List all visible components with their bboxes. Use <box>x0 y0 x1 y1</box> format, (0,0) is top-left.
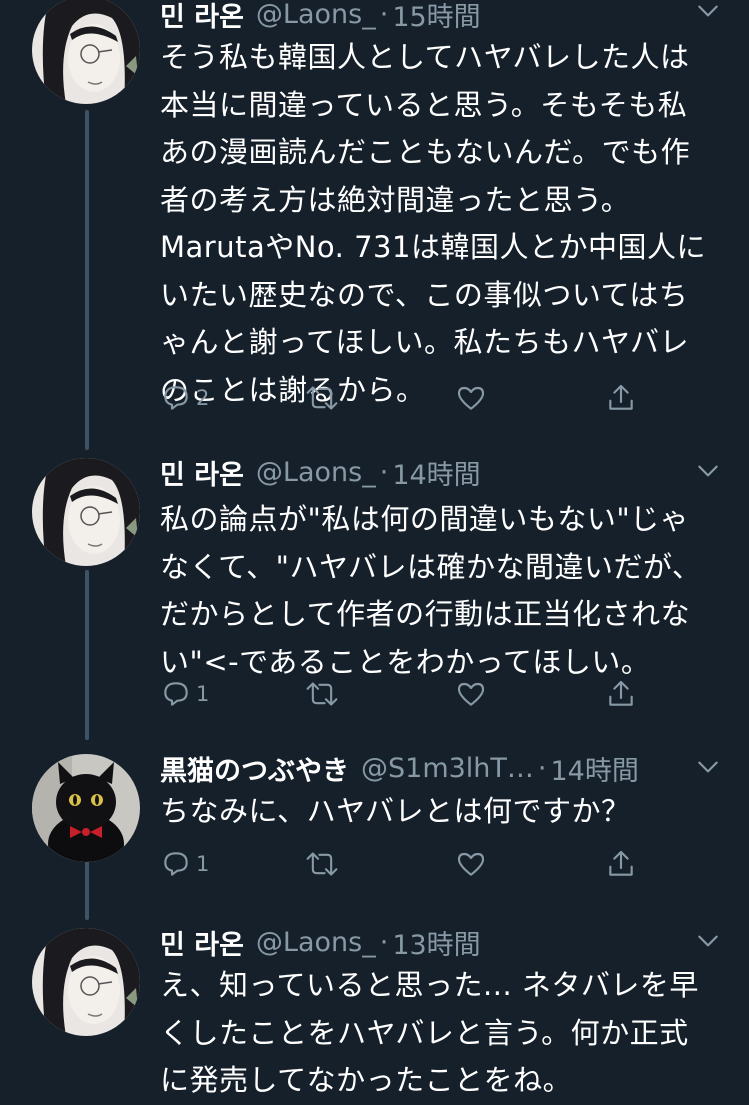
thread-connector <box>85 570 89 740</box>
separator-dot: · <box>537 752 547 784</box>
reply-button[interactable]: 2 <box>160 380 209 416</box>
tweet-text-line: くしたことをハヤバレと言う。何か正式 <box>160 1015 689 1050</box>
chevron-down-icon[interactable] <box>695 754 721 780</box>
tweet-text-line: ちなみに、ハヤバレとは何ですか？ <box>160 794 631 828</box>
tweet-text-line: いたい歴史なので、この事似ついてはち <box>160 277 689 312</box>
like-button[interactable] <box>455 676 487 712</box>
tweet-text-line: だからとして作者の行動は正当化されな <box>160 597 691 631</box>
reply-count: 1 <box>196 682 210 706</box>
reply-icon <box>164 682 188 706</box>
reply-icon <box>164 386 188 410</box>
like-button[interactable] <box>455 380 487 416</box>
tweet-text-line: なくて、"ハヤバレは確かな間違いだが、 <box>160 549 702 584</box>
reply-icon <box>164 852 188 876</box>
timestamp[interactable]: 14時間 <box>551 749 639 788</box>
chevron-down-icon[interactable] <box>695 458 721 484</box>
tweet-thread: 민 라온 @Laons_ · 15時間 そう私も韓国人としてハヤバレした人は 本… <box>0 0 749 1100</box>
user-handle[interactable]: @Laons_ <box>256 927 376 958</box>
tweet-actions: 1 <box>160 846 640 882</box>
user-handle[interactable]: @S1m3lhT… <box>361 753 534 784</box>
chevron-down-icon[interactable] <box>695 928 721 954</box>
reply-button[interactable]: 1 <box>160 846 209 882</box>
retweet-button[interactable] <box>305 846 339 882</box>
avatar[interactable] <box>32 754 140 862</box>
chevron-down-icon[interactable] <box>695 0 721 24</box>
user-handle[interactable]: @Laons_ <box>256 0 376 30</box>
like-button[interactable] <box>455 846 487 882</box>
tweet-text: そう私も韓国人としてハヤバレした人は 本当に間違っていると思う。そもそも私 あの… <box>160 34 730 414</box>
share-button[interactable] <box>605 846 637 882</box>
share-button[interactable] <box>605 676 637 712</box>
avatar[interactable] <box>32 928 140 1036</box>
reply-count: 2 <box>196 386 210 410</box>
tweet-text-line: 者の考え方は絶対間違ったと思う。 <box>160 182 631 217</box>
retweet-button[interactable] <box>305 380 339 416</box>
heart-icon <box>457 386 485 410</box>
tweet-text: え、知っていると思った... ネタバレを早 くしたことをハヤバレと言う。何か正式… <box>160 962 730 1105</box>
retweet-icon <box>306 682 338 706</box>
tweet-text-line: 私の論点が"私は何の間違いもない"じゃ <box>160 502 690 536</box>
heart-icon <box>457 852 485 876</box>
share-icon <box>609 850 633 876</box>
separator-dot: · <box>379 0 389 30</box>
tweet-text-line: え、知っていると思った... ネタバレを早 <box>160 968 699 1002</box>
timestamp[interactable]: 14時間 <box>392 453 480 492</box>
tweet-text-line: あの漫画読んだこともないんだ。でも作 <box>160 135 691 169</box>
share-icon <box>609 384 633 410</box>
tweet-text: 私の論点が"私は何の間違いもない"じゃ なくて、"ハヤバレは確かな間違いだが、 … <box>160 496 730 686</box>
retweet-icon <box>306 386 338 410</box>
tweet-text: ちなみに、ハヤバレとは何ですか？ <box>160 788 730 836</box>
share-button[interactable] <box>605 380 637 416</box>
reply-button[interactable]: 1 <box>160 676 209 712</box>
display-name[interactable]: 민 라온 <box>160 923 244 962</box>
thread-connector <box>85 110 89 450</box>
user-handle[interactable]: @Laons_ <box>256 457 376 488</box>
separator-dot: · <box>379 456 389 488</box>
timestamp[interactable]: 13時間 <box>392 923 480 962</box>
avatar[interactable] <box>32 0 140 104</box>
avatar[interactable] <box>32 458 140 566</box>
tweet-text-line: ゃんと謝ってほしい。私たちもハヤバレ <box>160 325 689 359</box>
display-name[interactable]: 민 라온 <box>160 453 244 492</box>
heart-icon <box>457 682 485 706</box>
timestamp[interactable]: 15時間 <box>392 0 480 34</box>
tweet-actions: 2 <box>160 380 640 416</box>
retweet-icon <box>306 852 338 876</box>
separator-dot: · <box>379 926 389 958</box>
tweet-text-line: 本当に間違っていると思う。そもそも私 <box>160 87 688 122</box>
tweet-text-line: そう私も韓国人としてハヤバレした人は <box>160 40 690 74</box>
share-icon <box>609 680 633 706</box>
display-name[interactable]: 黒猫のつぶやき <box>160 749 349 788</box>
tweet-text-line: に発売してなかったことをね。 <box>160 1063 573 1097</box>
display-name[interactable]: 민 라온 <box>160 0 244 34</box>
tweet-text-line: MarutaやNo. 731は韓国人とか中国人に <box>160 230 706 264</box>
reply-count: 1 <box>196 852 210 876</box>
retweet-button[interactable] <box>305 676 339 712</box>
tweet-actions: 1 <box>160 676 640 712</box>
